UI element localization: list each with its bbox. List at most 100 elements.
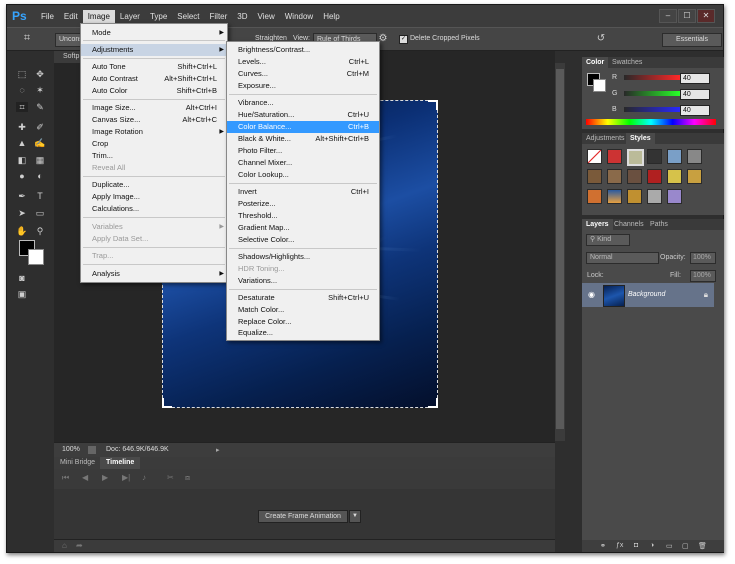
image-menu-item[interactable]: Auto Color Shift+Ctrl+B	[81, 85, 227, 97]
green-value-input[interactable]: 40	[680, 89, 710, 100]
style-swatch[interactable]	[587, 189, 602, 204]
adjustments-menu-item[interactable]: Desaturate Shift+Ctrl+U	[227, 292, 379, 304]
menu-window[interactable]: Window	[280, 10, 318, 23]
blur-tool-icon[interactable]: ●	[16, 171, 28, 181]
background-color-swatch[interactable]	[593, 79, 606, 92]
brush-tool-icon[interactable]: ✐	[34, 122, 46, 132]
style-swatch[interactable]	[607, 149, 622, 164]
healing-brush-icon[interactable]: ✚	[16, 122, 28, 132]
image-menu-item[interactable]: Image Size... Alt+Ctrl+I	[81, 102, 227, 114]
adjustments-menu-item[interactable]: Color Lookup...	[227, 169, 379, 181]
adjustments-menu-item[interactable]: Hue/Saturation... Ctrl+U	[227, 109, 379, 121]
image-menu-item[interactable]: Calculations...	[81, 203, 227, 215]
convert-icon[interactable]: ⌂	[62, 541, 67, 550]
image-menu-item[interactable]: Analysis ▶	[81, 268, 227, 280]
image-menu-item[interactable]: Image Rotation ▶	[81, 126, 227, 138]
menu-filter[interactable]: Filter	[205, 10, 233, 23]
menu-select[interactable]: Select	[172, 10, 204, 23]
style-swatch[interactable]	[647, 149, 662, 164]
menu-edit[interactable]: Edit	[59, 10, 83, 23]
style-swatch[interactable]	[627, 189, 642, 204]
eraser-tool-icon[interactable]: ◧	[16, 155, 28, 165]
adjustments-menu-item[interactable]: Exposure...	[227, 80, 379, 92]
blue-value-input[interactable]: 40	[680, 105, 710, 116]
render-icon[interactable]: ➦	[76, 541, 83, 550]
image-menu-item[interactable]: Auto Tone Shift+Ctrl+L	[81, 61, 227, 73]
image-menu-item[interactable]: Crop	[81, 138, 227, 150]
previous-frame-icon[interactable]: ◀	[82, 473, 88, 482]
adjustments-menu-item[interactable]: Posterize...	[227, 198, 379, 210]
adjustments-menu-item[interactable]: Brightness/Contrast...	[227, 44, 379, 56]
tab-channels[interactable]: Channels	[610, 219, 648, 230]
layer-filter-select[interactable]: ⚲ Kind	[586, 234, 630, 246]
screen-mode-icon[interactable]: ▣	[16, 289, 28, 299]
menu-file[interactable]: File	[36, 10, 59, 23]
menu-3d[interactable]: 3D	[232, 10, 252, 23]
rectangle-tool-icon[interactable]: ▭	[34, 208, 46, 218]
style-swatch[interactable]	[667, 169, 682, 184]
image-menu-item[interactable]: Trim...	[81, 150, 227, 162]
red-slider[interactable]	[624, 75, 680, 80]
adjustment-layer-icon[interactable]: ◑	[650, 542, 654, 549]
add-mask-icon[interactable]: ◘	[634, 542, 638, 549]
style-swatch[interactable]	[687, 149, 702, 164]
crop-handle[interactable]	[428, 100, 438, 110]
zoom-level[interactable]: 100%	[62, 446, 80, 453]
gradient-tool-icon[interactable]: ▦	[34, 155, 46, 165]
image-menu-item[interactable]: Mode ▶	[81, 27, 227, 39]
adjustments-menu-item[interactable]: Variations...	[227, 275, 379, 287]
cut-icon[interactable]: ✂	[167, 473, 174, 482]
move-tool-icon[interactable]: ✥	[34, 69, 46, 79]
style-swatch[interactable]	[667, 149, 682, 164]
adjustments-menu-item[interactable]: Shadows/Highlights...	[227, 251, 379, 263]
adjustments-menu-item[interactable]: Replace Color...	[227, 316, 379, 328]
tab-swatches[interactable]: Swatches	[608, 57, 646, 68]
adjustments-menu-item[interactable]: Channel Mixer...	[227, 157, 379, 169]
blend-mode-select[interactable]: Normal	[586, 252, 659, 264]
layer-style-icon[interactable]: ƒx	[616, 542, 623, 549]
adjustments-menu-item[interactable]: Black & White... Alt+Shift+Ctrl+B	[227, 133, 379, 145]
adjustments-menu-item[interactable]: Gradient Map...	[227, 222, 379, 234]
menu-help[interactable]: Help	[318, 10, 344, 23]
image-menu-item[interactable]: Auto Contrast Alt+Shift+Ctrl+L	[81, 73, 227, 85]
transition-icon[interactable]: ⧈	[185, 473, 190, 483]
image-menu-item[interactable]: Canvas Size... Alt+Ctrl+C	[81, 114, 227, 126]
style-swatch[interactable]	[607, 189, 622, 204]
menu-type[interactable]: Type	[145, 10, 172, 23]
dodge-tool-icon[interactable]: ◐	[34, 171, 46, 181]
style-swatch[interactable]	[627, 169, 642, 184]
style-swatch[interactable]	[647, 189, 662, 204]
style-swatch[interactable]	[607, 169, 622, 184]
crop-tool-icon[interactable]: ⌗	[16, 102, 28, 112]
layer-name[interactable]: Background	[628, 291, 665, 298]
type-tool-icon[interactable]: T	[34, 191, 46, 201]
adjustments-menu-item[interactable]: Threshold...	[227, 210, 379, 222]
tab-adjustments[interactable]: Adjustments	[582, 133, 629, 144]
path-selection-icon[interactable]: ➤	[16, 208, 28, 218]
image-menu-item[interactable]: Apply Image...	[81, 191, 227, 203]
link-layers-icon[interactable]: ⚭	[600, 542, 606, 550]
image-menu-item[interactable]: Duplicate...	[81, 179, 227, 191]
style-swatch[interactable]	[627, 149, 644, 166]
create-frame-animation-button[interactable]: Create Frame Animation	[258, 510, 348, 523]
scrollbar-thumb[interactable]	[556, 69, 564, 429]
chevron-down-icon[interactable]: ▼	[349, 510, 361, 523]
menu-image[interactable]: Image	[82, 9, 115, 23]
adjustments-menu-item-color-balance[interactable]: Color Balance... Ctrl+B	[227, 121, 379, 133]
adjustments-menu-item[interactable]: Selective Color...	[227, 234, 379, 246]
status-icon[interactable]	[88, 446, 96, 454]
workspace-select[interactable]: Essentials	[662, 33, 722, 47]
background-color-swatch[interactable]	[28, 249, 44, 265]
crop-handle[interactable]	[162, 398, 172, 408]
green-slider[interactable]	[624, 91, 680, 96]
style-swatch[interactable]	[647, 169, 662, 184]
audio-icon[interactable]: ♪	[142, 473, 146, 482]
delete-cropped-checkbox[interactable]: ✓	[399, 35, 408, 44]
style-swatch[interactable]	[587, 149, 602, 164]
trash-icon[interactable]: 🗑︎	[698, 542, 707, 550]
opacity-input[interactable]: 100%	[690, 252, 716, 264]
reset-icon[interactable]: ↺	[595, 34, 607, 44]
lasso-tool-icon[interactable]: ◌	[16, 85, 28, 95]
layer-row-background[interactable]: ◉ Background 🔒︎	[582, 283, 714, 307]
color-ramp[interactable]	[586, 119, 716, 125]
